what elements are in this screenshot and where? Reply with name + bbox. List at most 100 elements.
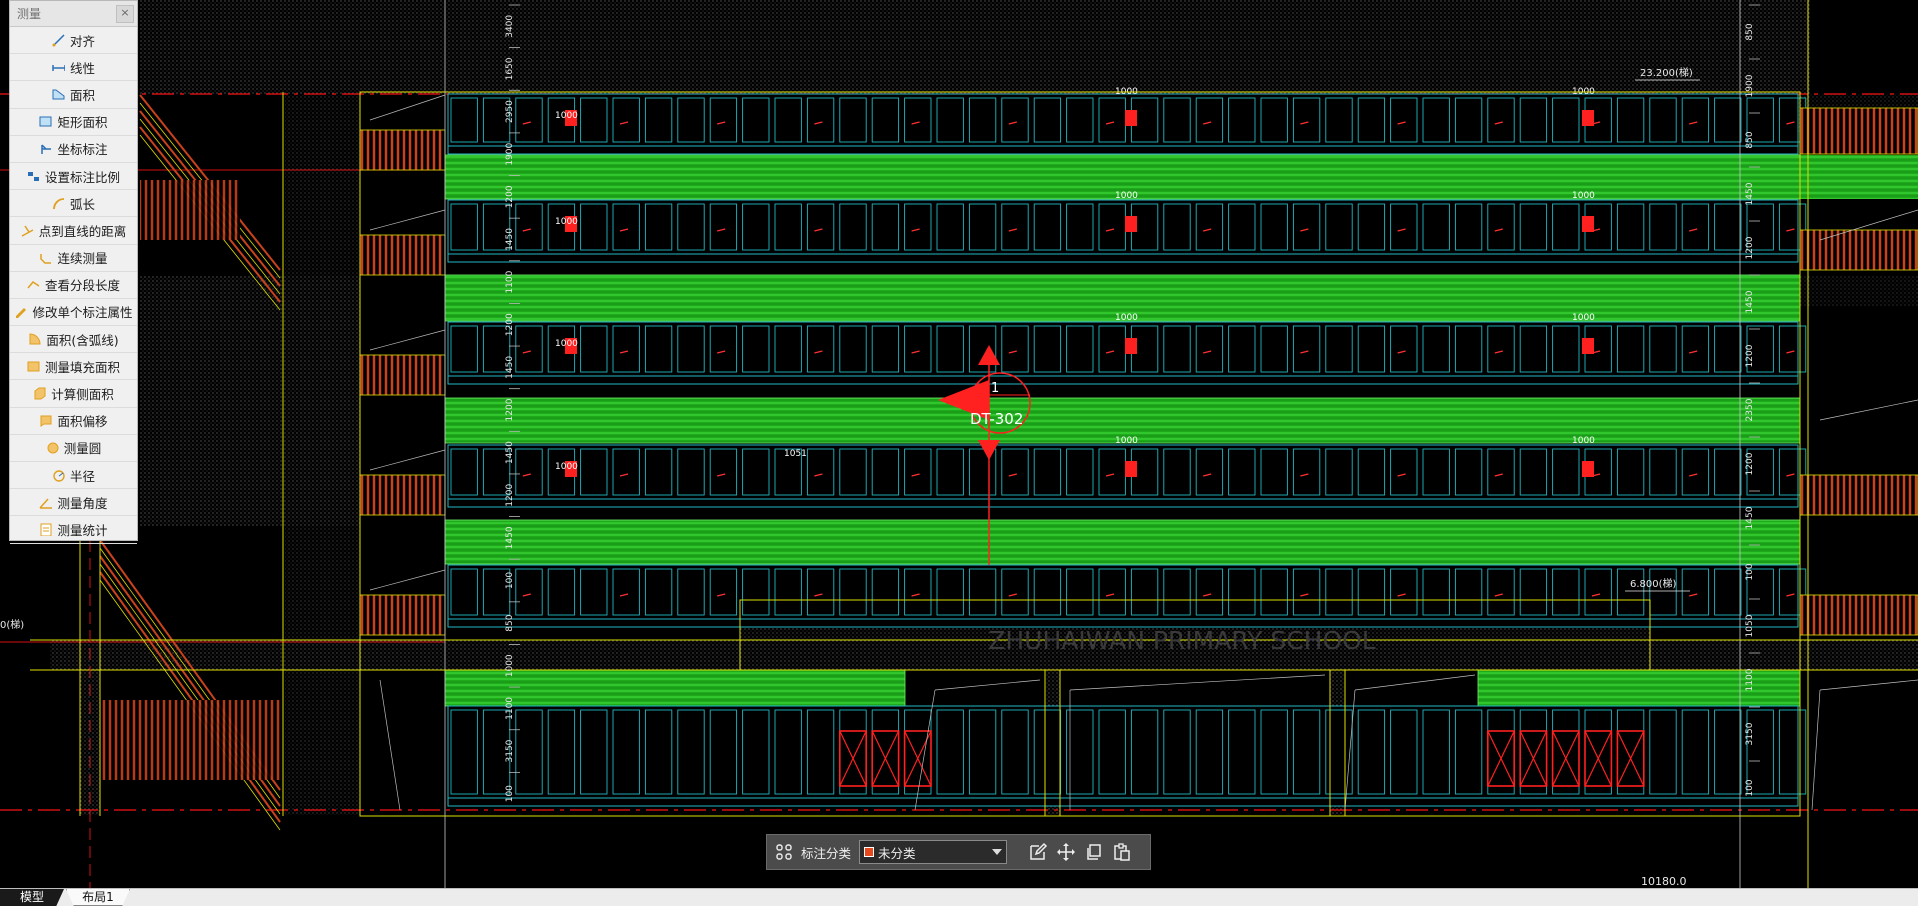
dimension-label: 100	[505, 785, 515, 802]
palette-item-radius[interactable]: 半径	[10, 462, 137, 490]
arc-area-icon	[29, 333, 41, 345]
dimension-label: 1450	[1745, 506, 1755, 529]
dimension-label: 100	[505, 572, 515, 589]
dimension-label: 1450	[1745, 182, 1755, 205]
move-icon[interactable]	[1055, 841, 1077, 863]
palette-item-label: 线性	[69, 60, 95, 76]
rect-area-icon	[39, 116, 52, 127]
annotation-toolbar: 标注分类 未分类	[766, 834, 1151, 870]
palette-item-label: 面积(含弧线)	[46, 332, 119, 348]
palette-item-segment-length[interactable]: 查看分段长度	[10, 272, 137, 299]
dimension-label: 850	[505, 614, 515, 631]
palette-item-coordinate[interactable]: 坐标标注	[10, 136, 137, 163]
dimension-label: 1100	[505, 270, 515, 293]
svg-text:1000: 1000	[555, 217, 578, 227]
copy-icon[interactable]	[1083, 841, 1105, 863]
svg-text:1000: 1000	[1115, 313, 1138, 323]
elevation-mid: 6.800(梯)	[1630, 577, 1677, 590]
palette-item-scale[interactable]: 设置标注比例	[10, 163, 137, 191]
edit-annotation-icon	[16, 308, 27, 319]
palette-item-label: 弧长	[69, 196, 95, 212]
layout-tab-bar: 模型 布局1	[0, 888, 1918, 906]
palette-item-label: 点到直线的距离	[38, 223, 127, 239]
palette-item-area[interactable]: 面积	[10, 81, 137, 109]
palette-item-edit-annotation[interactable]: 修改单个标注属性	[10, 299, 137, 327]
area-icon	[52, 89, 65, 100]
scale-icon	[27, 171, 39, 181]
palette-item-linear-measure[interactable]: 线性	[10, 54, 137, 82]
dimension-label: 850	[1745, 23, 1755, 40]
palette-item-label: 设置标注比例	[44, 169, 120, 185]
dimension-label: 1200	[505, 398, 515, 421]
dimension-label: 1100	[505, 697, 515, 720]
area-offset-icon	[40, 415, 52, 428]
palette-item-label: 面积	[69, 87, 95, 103]
fill-area-icon	[27, 361, 40, 372]
dimension-label: 1450	[505, 441, 515, 464]
palette-item-side-area[interactable]: 计算侧面积	[10, 380, 137, 408]
palette-item-label: 测量统计	[57, 522, 108, 538]
palette-item-point-line-distance[interactable]: 点到直线的距离	[10, 217, 137, 245]
elevation-drawing: 10001000 100010001000 100010001000 10001000…	[0, 0, 1918, 888]
elevation-top: 23.200(梯)	[1640, 66, 1693, 79]
palette-title-bar[interactable]: 测量 ×	[10, 1, 137, 27]
annotation-category-select[interactable]: 未分类	[859, 840, 1008, 864]
palette-item-label: 矩形面积	[57, 115, 108, 131]
close-icon[interactable]: ×	[116, 4, 134, 23]
palette-item-label: 测量角度	[57, 495, 108, 511]
edit-icon[interactable]	[1027, 841, 1049, 863]
palette-item-align-measure[interactable]: 对齐	[10, 27, 137, 55]
dimension-label: 1450	[1745, 290, 1755, 313]
palette-item-label: 对齐	[69, 33, 95, 49]
dimension-label: 1200	[1745, 344, 1755, 367]
dimension-label: 1100	[1745, 668, 1755, 691]
dimension-label: 1200	[505, 185, 515, 208]
palette-item-angle[interactable]: 测量角度	[10, 489, 137, 517]
tab-layout1[interactable]: 布局1	[66, 889, 130, 906]
tab-model[interactable]: 模型	[0, 889, 64, 906]
dimension-label: 850	[1745, 131, 1755, 148]
palette-item-rect-area[interactable]: 矩形面积	[10, 109, 137, 136]
coordinate-icon	[41, 144, 52, 155]
statistics-icon	[40, 523, 52, 536]
palette-item-arc-area[interactable]: 面积(含弧线)	[10, 326, 137, 354]
dimension-label: 1900	[505, 142, 515, 165]
dimension-label: 1200	[1745, 452, 1755, 475]
callout-number: 1	[991, 381, 999, 396]
school-name: ZHUHAIWAN PRIMARY SCHOOL	[988, 626, 1376, 655]
dimension-label: 1200	[1745, 236, 1755, 259]
palette-item-continuous-measure[interactable]: 连续测量	[10, 245, 137, 272]
palette-item-circle-measure[interactable]: 测量圆	[10, 435, 137, 462]
palette-item-statistics[interactable]: 测量统计	[10, 516, 137, 544]
coordinate-readout: 10180.0	[1641, 875, 1687, 888]
palette-item-label: 修改单个标注属性	[32, 305, 133, 321]
palette-item-label: 坐标标注	[57, 142, 108, 158]
chevron-down-icon	[992, 849, 1003, 855]
angle-icon	[39, 498, 53, 509]
paste-icon[interactable]	[1111, 841, 1133, 863]
svg-text:1000: 1000	[1115, 436, 1138, 446]
elevation-left: 0(梯)	[0, 618, 24, 631]
dimension-label: 1900	[1745, 74, 1755, 97]
dimension-label: 100	[1745, 779, 1755, 796]
dimension-label: 1650	[505, 57, 515, 80]
point-line-distance-icon	[21, 225, 34, 237]
svg-text:1051: 1051	[784, 449, 807, 459]
continuous-measure-icon	[40, 254, 52, 264]
palette-item-arc-length[interactable]: 弧长	[10, 190, 137, 218]
dimension-label: 2950	[505, 100, 515, 123]
palette-item-fill-area[interactable]: 测量填充面积	[10, 353, 137, 381]
side-area-icon	[34, 387, 46, 400]
arc-length-icon	[53, 197, 65, 209]
palette-item-area-offset[interactable]: 面积偏移	[10, 408, 137, 435]
dimension-label: 1450	[505, 356, 515, 379]
radius-icon	[53, 469, 65, 482]
cad-canvas[interactable]: 1000 1000 1000 1000 1000 1000 1000 1000 1000 1000…	[0, 0, 1918, 888]
dimension-label: 3150	[1745, 722, 1755, 745]
grid-icon[interactable]	[773, 841, 795, 863]
category-select-value: 未分类	[878, 845, 916, 861]
svg-text:1000: 1000	[555, 111, 578, 121]
measure-palette[interactable]: 测量 × 对齐线性面积矩形面积坐标标注设置标注比例 弧长点到直线的距离连续测量 查看…	[9, 0, 138, 544]
palette-item-label: 面积偏移	[57, 414, 108, 430]
svg-text:1000: 1000	[1572, 313, 1595, 323]
